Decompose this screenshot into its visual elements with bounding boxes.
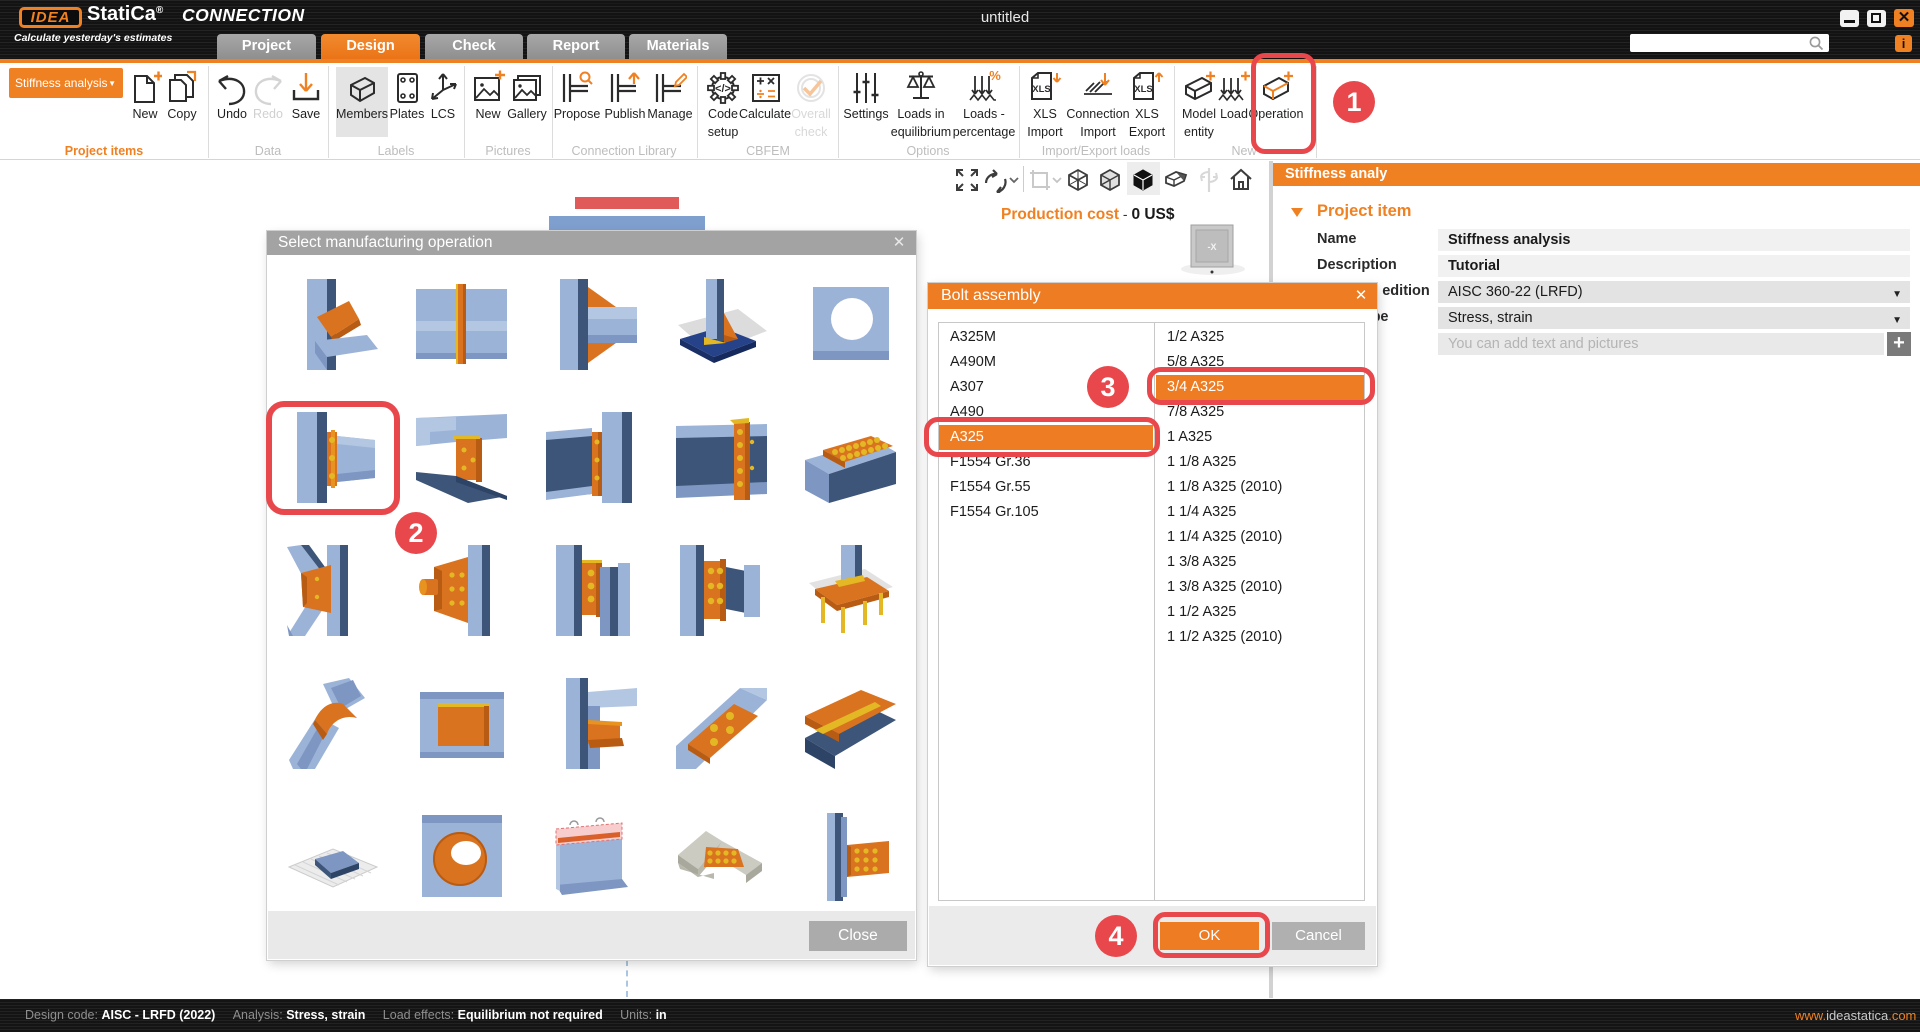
svg-text:XLS: XLS <box>1032 84 1050 95</box>
svg-text:</>: </> <box>715 83 731 95</box>
svg-text:XLS: XLS <box>1134 84 1152 95</box>
svg-text:%: % <box>989 70 1001 83</box>
svg-text:-X: -X <box>1208 242 1217 252</box>
